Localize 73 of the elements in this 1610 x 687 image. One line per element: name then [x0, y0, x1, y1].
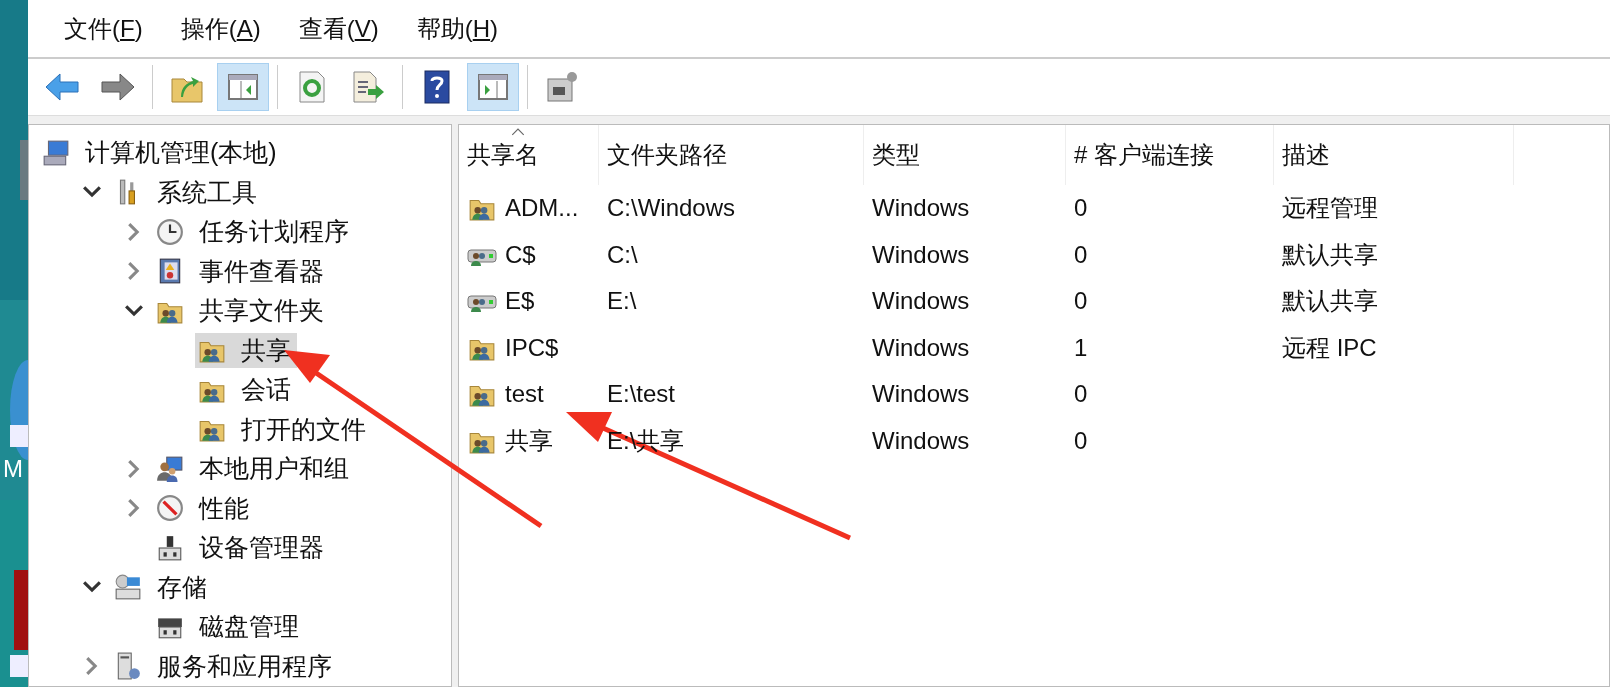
- column-header[interactable]: 类型: [864, 125, 1066, 185]
- table-cell-text: 默认共享: [1282, 286, 1378, 317]
- toolbar-button[interactable]: [467, 63, 519, 111]
- computer-icon: [41, 138, 71, 167]
- tree-item-label: 计算机管理(本地): [85, 137, 277, 169]
- toolbar-button[interactable]: [217, 63, 269, 111]
- tree-item[interactable]: 会话: [195, 372, 297, 408]
- tree-item-label: 会话: [241, 374, 291, 406]
- tree-item-label: 共享: [241, 334, 291, 366]
- tree-item-label: 服务和应用程序: [157, 650, 332, 682]
- table-cell: 0: [1074, 380, 1088, 409]
- export-list-icon: [350, 69, 386, 105]
- tree-item[interactable]: 共享文件夹: [153, 293, 330, 329]
- table-cell: 0: [1074, 287, 1088, 316]
- table-cell: E:\test: [607, 380, 676, 409]
- table-cell: Windows: [872, 380, 970, 409]
- tree-item[interactable]: 系统工具: [111, 174, 263, 210]
- table-cell: E$: [505, 287, 535, 316]
- desktop-icon-label: M: [3, 455, 23, 483]
- tree-item[interactable]: 设备管理器: [153, 530, 330, 566]
- table-cell: 0: [1074, 240, 1088, 269]
- tree-item[interactable]: 性能: [153, 490, 255, 526]
- table-cell: 0: [1074, 194, 1088, 223]
- tree-item[interactable]: 存储: [111, 569, 213, 605]
- tree-item-label: 系统工具: [157, 176, 257, 208]
- tree-item-label: 事件查看器: [199, 255, 324, 287]
- tree-item[interactable]: 本地用户和组: [153, 451, 355, 487]
- table-cell: 0: [1074, 426, 1088, 455]
- table-cell: IPC$: [505, 333, 559, 362]
- table-cell: C:\Windows: [607, 194, 736, 223]
- tree-item-label: 共享文件夹: [199, 295, 324, 327]
- users-icon: [155, 454, 185, 483]
- tree-item[interactable]: 打开的文件: [195, 411, 372, 447]
- table-cell-text: 远程 IPC: [1282, 332, 1377, 363]
- tree-item-label: 存储: [157, 571, 207, 603]
- clock-icon: [155, 217, 185, 246]
- tree-item-label: 性能: [199, 492, 249, 524]
- column-header[interactable]: 文件夹路径: [599, 125, 864, 185]
- table-cell: E:\: [607, 287, 637, 316]
- table-cell-text: 共享: [505, 425, 553, 456]
- storage-icon: [113, 573, 143, 602]
- properties-icon: [544, 69, 580, 105]
- table-cell: ADM...: [505, 194, 579, 223]
- tree-item[interactable]: 事件查看器: [153, 253, 330, 289]
- tree-item-label: 打开的文件: [241, 413, 366, 445]
- menu-item[interactable]: 查看(V): [284, 12, 393, 45]
- tree-item[interactable]: 共享: [195, 332, 297, 368]
- column-header[interactable]: # 客户端连接: [1066, 125, 1274, 185]
- table-cell: 1: [1074, 333, 1088, 362]
- table-cell: Windows: [872, 333, 970, 362]
- table-cell: test: [505, 380, 544, 409]
- tree-item-label: 磁盘管理: [199, 611, 299, 643]
- table-cell-text: 远程管理: [1282, 193, 1378, 224]
- tree-item[interactable]: 磁盘管理: [153, 609, 305, 645]
- tree-item[interactable]: 任务计划程序: [153, 214, 355, 250]
- table-cell: Windows: [872, 240, 970, 269]
- tree-item-label: 任务计划程序: [199, 216, 349, 248]
- table-cell: Windows: [872, 426, 970, 455]
- column-header[interactable]: 描述: [1274, 125, 1514, 185]
- table-cell: Windows: [872, 287, 970, 316]
- tree-item[interactable]: 服务和应用程序: [111, 648, 338, 684]
- menu-item[interactable]: 文件(F): [50, 12, 157, 45]
- tree-item-label: 设备管理器: [199, 532, 324, 564]
- table-cell-text: 默认共享: [1282, 239, 1378, 270]
- tree-item-label: 本地用户和组: [199, 453, 349, 485]
- table-cell: C:\: [607, 240, 638, 269]
- menu-item[interactable]: 帮助(H): [402, 12, 513, 45]
- table-cell: Windows: [872, 194, 970, 223]
- tree-item[interactable]: 计算机管理(本地): [39, 135, 283, 171]
- column-header[interactable]: 共享名: [459, 125, 599, 185]
- menu-item[interactable]: 操作(A): [166, 12, 275, 45]
- table-cell: C$: [505, 240, 536, 269]
- gauge-icon: [155, 494, 185, 523]
